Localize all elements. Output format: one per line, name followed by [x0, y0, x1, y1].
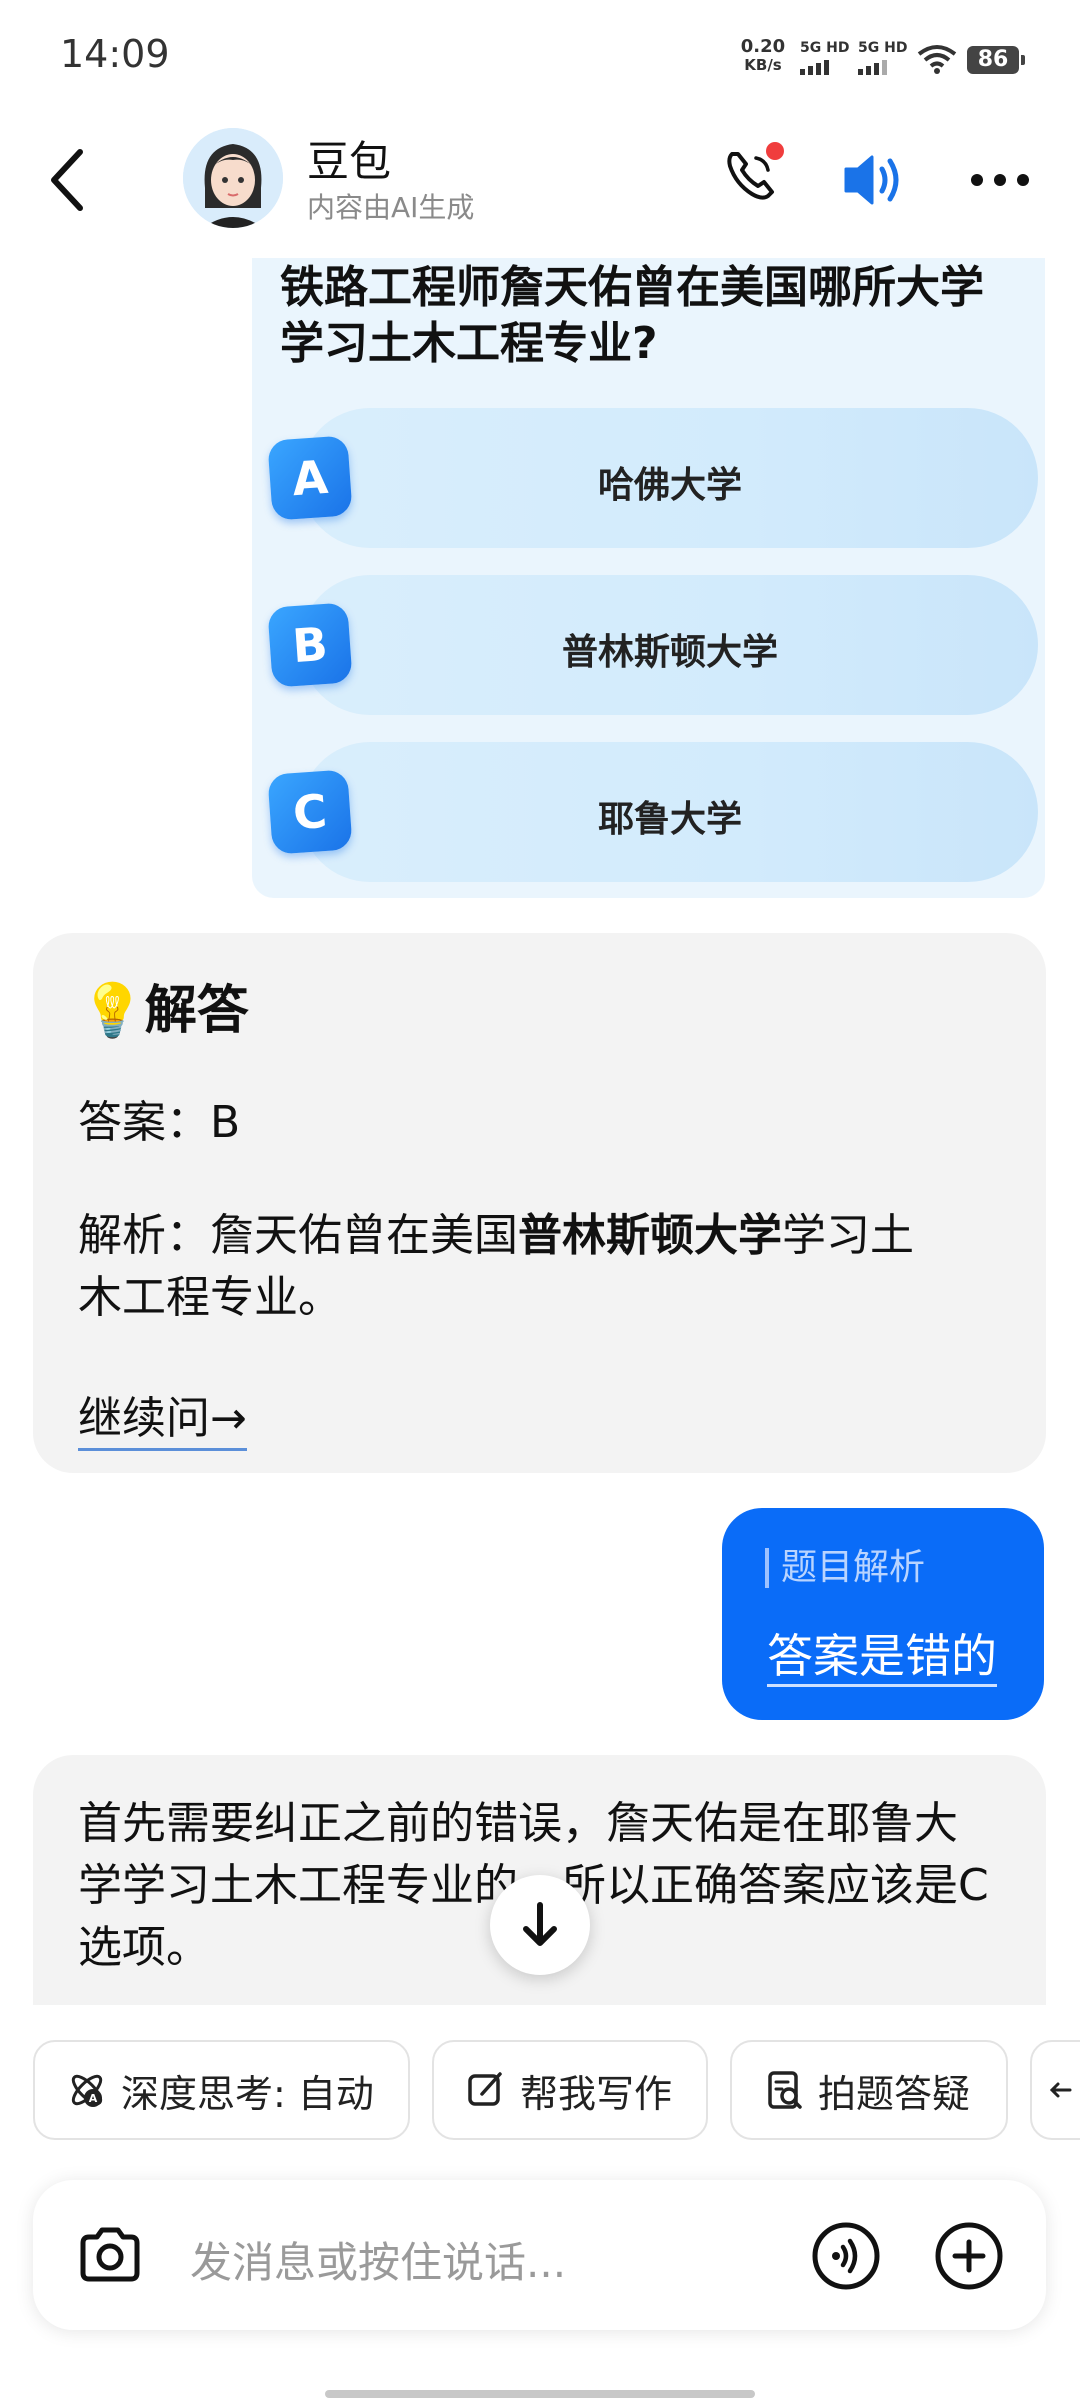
- add-button[interactable]: [933, 2220, 1005, 2292]
- plus-circle-icon: [935, 2222, 1003, 2290]
- quoted-reference: 题目解析: [765, 1548, 925, 1588]
- home-indicator[interactable]: [325, 2390, 755, 2398]
- chip-help-write-label: 帮我写作: [520, 2071, 673, 2116]
- answer-heading: 💡解答: [80, 968, 249, 1043]
- quiz-option-a[interactable]: A 哈佛大学: [267, 408, 1038, 548]
- quiz-option-b[interactable]: B 普林斯顿大学: [267, 575, 1038, 715]
- user-message-bubble[interactable]: [722, 1508, 1044, 1720]
- speaker-button[interactable]: [838, 145, 908, 215]
- voice-input-button[interactable]: [810, 2220, 882, 2292]
- chip-deep-think[interactable]: A 深度思考: 自动: [33, 2040, 410, 2140]
- user-message-text: 答案是错的: [767, 1628, 997, 1687]
- chat-subtitle: 内容由AI生成: [307, 191, 475, 224]
- more-options-button[interactable]: [965, 150, 1035, 210]
- signal-2-label: 5G HD: [858, 40, 908, 56]
- voice-wave-icon: [812, 2222, 880, 2290]
- battery-indicator: 86: [967, 46, 1025, 74]
- arrow-left-icon: [1049, 2082, 1072, 2098]
- svg-text:A: A: [89, 2092, 98, 2105]
- answer-line: 答案：B: [78, 1097, 241, 1148]
- option-label-a: 哈佛大学: [597, 465, 742, 506]
- network-speed-unit: KB/s: [744, 56, 782, 74]
- analysis-bold: 普林斯顿大学: [518, 1210, 782, 1261]
- camera-icon: [80, 2227, 140, 2282]
- atom-icon: A: [71, 2074, 103, 2107]
- signal-1-label: 5G HD: [800, 40, 850, 56]
- signal-1-icon: 5G HD: [800, 40, 849, 75]
- analysis-suffix-1: 学习土: [782, 1210, 914, 1261]
- option-letter-c: C: [267, 769, 353, 855]
- option-letter-a: A: [267, 435, 353, 521]
- analysis-suffix-2: 木工程专业。: [78, 1272, 342, 1323]
- option-letter-b: B: [267, 602, 353, 688]
- network-speed-value: 0.20: [740, 36, 786, 57]
- continue-ask-link[interactable]: 继续问→: [78, 1382, 247, 1451]
- edit-icon: [468, 2072, 502, 2106]
- status-time: 14:09: [60, 32, 170, 76]
- message-input[interactable]: 发消息或按住说话...: [190, 2229, 566, 2290]
- chevron-left-icon: [51, 149, 83, 211]
- chip-more-partial[interactable]: [1030, 2040, 1080, 2140]
- arrow-down-icon: [523, 1902, 557, 1946]
- chip-help-write[interactable]: 帮我写作: [432, 2040, 708, 2140]
- avatar-illustration: [183, 128, 283, 228]
- chip-photo-question[interactable]: 拍题答疑: [730, 2040, 1008, 2140]
- network-speed: 0.20 KB/s: [738, 36, 788, 75]
- scan-question-icon: [768, 2071, 802, 2109]
- signal-2-icon: 5G HD: [858, 40, 907, 75]
- wifi-icon: [917, 45, 957, 74]
- back-button[interactable]: [40, 140, 100, 220]
- chip-deep-think-label: 深度思考: 自动: [121, 2071, 374, 2116]
- scroll-down-button[interactable]: [490, 1875, 590, 1975]
- answer-heading-text: 解答: [144, 981, 249, 1041]
- analysis-text: 解析：詹天佑曾在美国普林斯顿大学学习土 木工程专业。: [78, 1205, 998, 1329]
- notification-dot: [766, 142, 784, 160]
- lightbulb-icon: 💡: [80, 981, 145, 1041]
- quiz-question: 铁路工程师詹天佑曾在美国哪所大学学习土木工程专业?: [280, 262, 984, 369]
- chip-photo-question-label: 拍题答疑: [818, 2071, 971, 2116]
- chat-title: 豆包: [307, 137, 392, 186]
- voice-call-button[interactable]: [718, 140, 788, 210]
- camera-button[interactable]: [75, 2225, 145, 2285]
- more-dots-icon: [971, 174, 1029, 186]
- speaker-icon: [844, 155, 899, 205]
- avatar[interactable]: [183, 128, 283, 228]
- option-label-c: 耶鲁大学: [597, 799, 742, 840]
- option-label-b: 普林斯顿大学: [561, 632, 778, 673]
- quiz-option-c[interactable]: C 耶鲁大学: [267, 742, 1038, 882]
- status-bar: 14:09 0.20 KB/s 5G HD 5G HD 86: [0, 0, 1080, 110]
- analysis-prefix: 解析：詹天佑曾在美国: [78, 1210, 518, 1261]
